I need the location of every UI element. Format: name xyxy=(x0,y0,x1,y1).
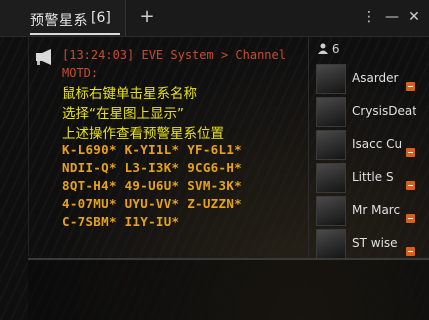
avatar xyxy=(316,229,346,259)
system-link-row[interactable]: NDII-Q* L3-I3K* 9CG6-H* xyxy=(62,160,242,175)
add-tab-icon[interactable]: + xyxy=(138,8,156,26)
member-item[interactable]: Asarder xyxy=(314,63,429,95)
member-item[interactable]: Mr Marc xyxy=(314,195,429,227)
tab-warning-systems[interactable]: 预警星系 [6] xyxy=(0,0,126,36)
member-name: CrysisDeat xyxy=(352,104,416,118)
close-icon[interactable]: ✕ xyxy=(407,10,421,24)
system-link-row[interactable]: 4-07MU* UYU-VV* Z-UZZN* xyxy=(62,196,242,211)
system-link-row[interactable]: 8QT-H4* 49-U6U* SVM-3K* xyxy=(62,178,242,193)
avatar xyxy=(316,130,346,160)
menu-icon[interactable]: ⋮ xyxy=(362,10,376,24)
minimize-icon[interactable]: — xyxy=(385,10,399,24)
member-count-header: 6 xyxy=(318,42,339,58)
member-item[interactable]: Isacc Cu xyxy=(314,129,429,161)
member-count: 6 xyxy=(331,42,340,56)
instruction-line: 上述操作查看预警星系位置 xyxy=(62,126,224,142)
member-list-divider[interactable] xyxy=(308,36,309,258)
tab-member-count: [6] xyxy=(91,10,111,26)
message-header: [13:24:03] EVE System > Channel xyxy=(62,48,286,62)
member-item[interactable]: CrysisDeat xyxy=(314,96,429,128)
chat-input[interactable] xyxy=(28,260,429,320)
system-link-row[interactable]: C-7SBM* I1Y-IU* xyxy=(62,214,179,229)
standing-icon xyxy=(406,148,415,157)
avatar xyxy=(316,163,346,193)
tab-label: 预警星系 xyxy=(30,13,88,29)
instruction-line: 鼠标右键单击星系名称 xyxy=(62,86,197,102)
member-item[interactable]: Little S xyxy=(314,162,429,194)
standing-icon xyxy=(406,214,415,223)
instruction-line: 选择“在星图上显示” xyxy=(62,106,184,122)
avatar xyxy=(316,196,346,226)
system-speaker-icon xyxy=(36,49,51,65)
standing-icon xyxy=(406,181,415,190)
tab-active-indicator xyxy=(30,33,120,35)
avatar xyxy=(316,64,346,94)
chat-window: 预警星系 [6] + ⋮ — ✕ [13:24:03] EVE System >… xyxy=(0,0,429,320)
motd-label: MOTD: xyxy=(62,66,99,80)
system-link-row[interactable]: K-L690* K-YI1L* YF-6L1* xyxy=(62,142,242,157)
person-icon xyxy=(318,43,328,54)
standing-icon xyxy=(406,82,415,91)
standing-icon xyxy=(406,247,415,256)
member-item[interactable]: ST wise xyxy=(314,228,429,260)
title-bar: 预警星系 [6] + ⋮ — ✕ xyxy=(0,0,429,37)
avatar xyxy=(316,97,346,127)
